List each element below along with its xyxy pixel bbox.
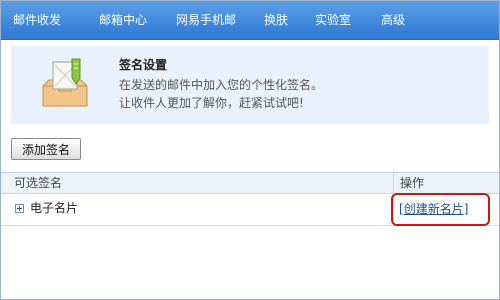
- add-signature-button[interactable]: 添加签名: [11, 138, 81, 160]
- banner-description-line-1: 在发送的邮件中加入您的个性化签名。: [119, 78, 324, 92]
- row-label-business-card: 电子名片: [30, 201, 79, 215]
- bracket-close: ]: [463, 202, 469, 216]
- signature-banner: 签名设置 在发送的邮件中加入您的个性化签名。 让收件人更加了解你，赶紧试试吧!: [11, 46, 489, 124]
- settings-panel: 邮件收发 邮箱中心 网易手机邮 换肤 实验室 高级 签名设置 在发送的邮件中加入…: [0, 0, 500, 300]
- expand-plus-icon[interactable]: [15, 204, 24, 213]
- create-business-card-link[interactable]: 创建新名片: [404, 202, 464, 216]
- table-row: 电子名片 [创建新名片]: [1, 193, 499, 226]
- column-divider: [393, 193, 394, 225]
- top-nav-bar: 邮件收发 邮箱中心 网易手机邮 换肤 实验室 高级: [1, 1, 499, 40]
- nav-item-mailbox-center[interactable]: 邮箱中心: [99, 1, 147, 39]
- nav-item-lab[interactable]: 实验室: [315, 1, 351, 39]
- banner-description-line-2: 让收件人更加了解你，赶紧试试吧!: [119, 96, 304, 110]
- signature-table-header: 可选签名 操作: [1, 172, 499, 194]
- nav-item-skin[interactable]: 换肤: [264, 1, 288, 39]
- nav-item-advanced[interactable]: 高级: [381, 1, 405, 39]
- signature-envelope-icon: [42, 58, 88, 107]
- column-header-signature: 可选签名: [14, 176, 63, 190]
- banner-title: 签名设置: [119, 58, 168, 72]
- column-header-action: 操作: [400, 176, 425, 190]
- row-action: [创建新名片]: [399, 199, 468, 219]
- column-divider: [393, 173, 394, 193]
- nav-item-mail[interactable]: 邮件收发: [13, 1, 61, 39]
- nav-item-mobile-mail[interactable]: 网易手机邮: [176, 1, 236, 39]
